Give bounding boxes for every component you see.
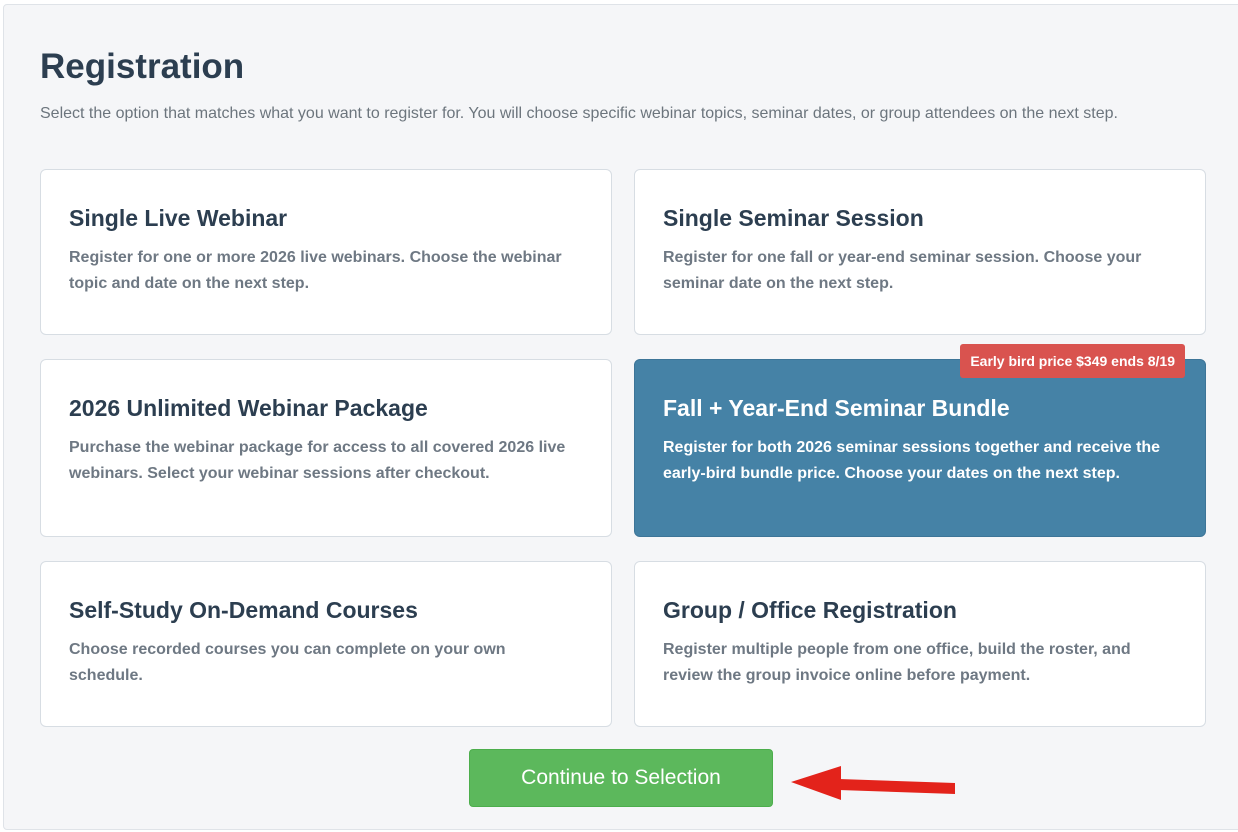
option-title: Single Seminar Session xyxy=(663,205,924,231)
red-arrow-left-icon xyxy=(791,766,955,800)
option-card-group-registration[interactable]: Group / Office Registration Register mul… xyxy=(634,561,1206,727)
option-title: Single Live Webinar xyxy=(69,205,288,231)
option-description: Purchase the webinar package for access … xyxy=(69,439,566,482)
option-card-single-live-webinar[interactable]: Single Live Webinar Register for one or … xyxy=(40,169,612,335)
option-description: Choose recorded courses you can complete… xyxy=(69,641,506,684)
page-title: Registration xyxy=(40,47,245,86)
continue-to-selection-button[interactable]: Continue to Selection xyxy=(469,749,773,807)
option-description: Register for one or more 2026 live webin… xyxy=(69,249,562,292)
option-card-seminar-bundle[interactable]: Early bird price $349 ends 8/19 Fall + Y… xyxy=(634,344,1206,537)
option-description: Register for one fall or year-end semina… xyxy=(663,249,1142,292)
registration-panel: Registration Select the option that matc… xyxy=(3,4,1238,830)
option-title: Fall + Year-End Seminar Bundle xyxy=(663,395,1010,421)
early-bird-badge: Early bird price $349 ends 8/19 xyxy=(960,344,1185,378)
option-description: Register multiple people from one office… xyxy=(663,641,1131,684)
option-card-single-seminar-session[interactable]: Single Seminar Session Register for one … xyxy=(634,169,1206,335)
option-title: Group / Office Registration xyxy=(663,597,957,623)
page-intro: Select the option that matches what you … xyxy=(40,105,1118,122)
option-title: Self-Study On-Demand Courses xyxy=(69,597,418,623)
option-title: 2026 Unlimited Webinar Package xyxy=(69,395,428,421)
option-description: Register for both 2026 seminar sessions … xyxy=(663,439,1161,482)
option-card-self-study-courses[interactable]: Self-Study On-Demand Courses Choose reco… xyxy=(40,561,612,727)
option-card-unlimited-webinar-package[interactable]: 2026 Unlimited Webinar Package Purchase … xyxy=(40,359,612,537)
